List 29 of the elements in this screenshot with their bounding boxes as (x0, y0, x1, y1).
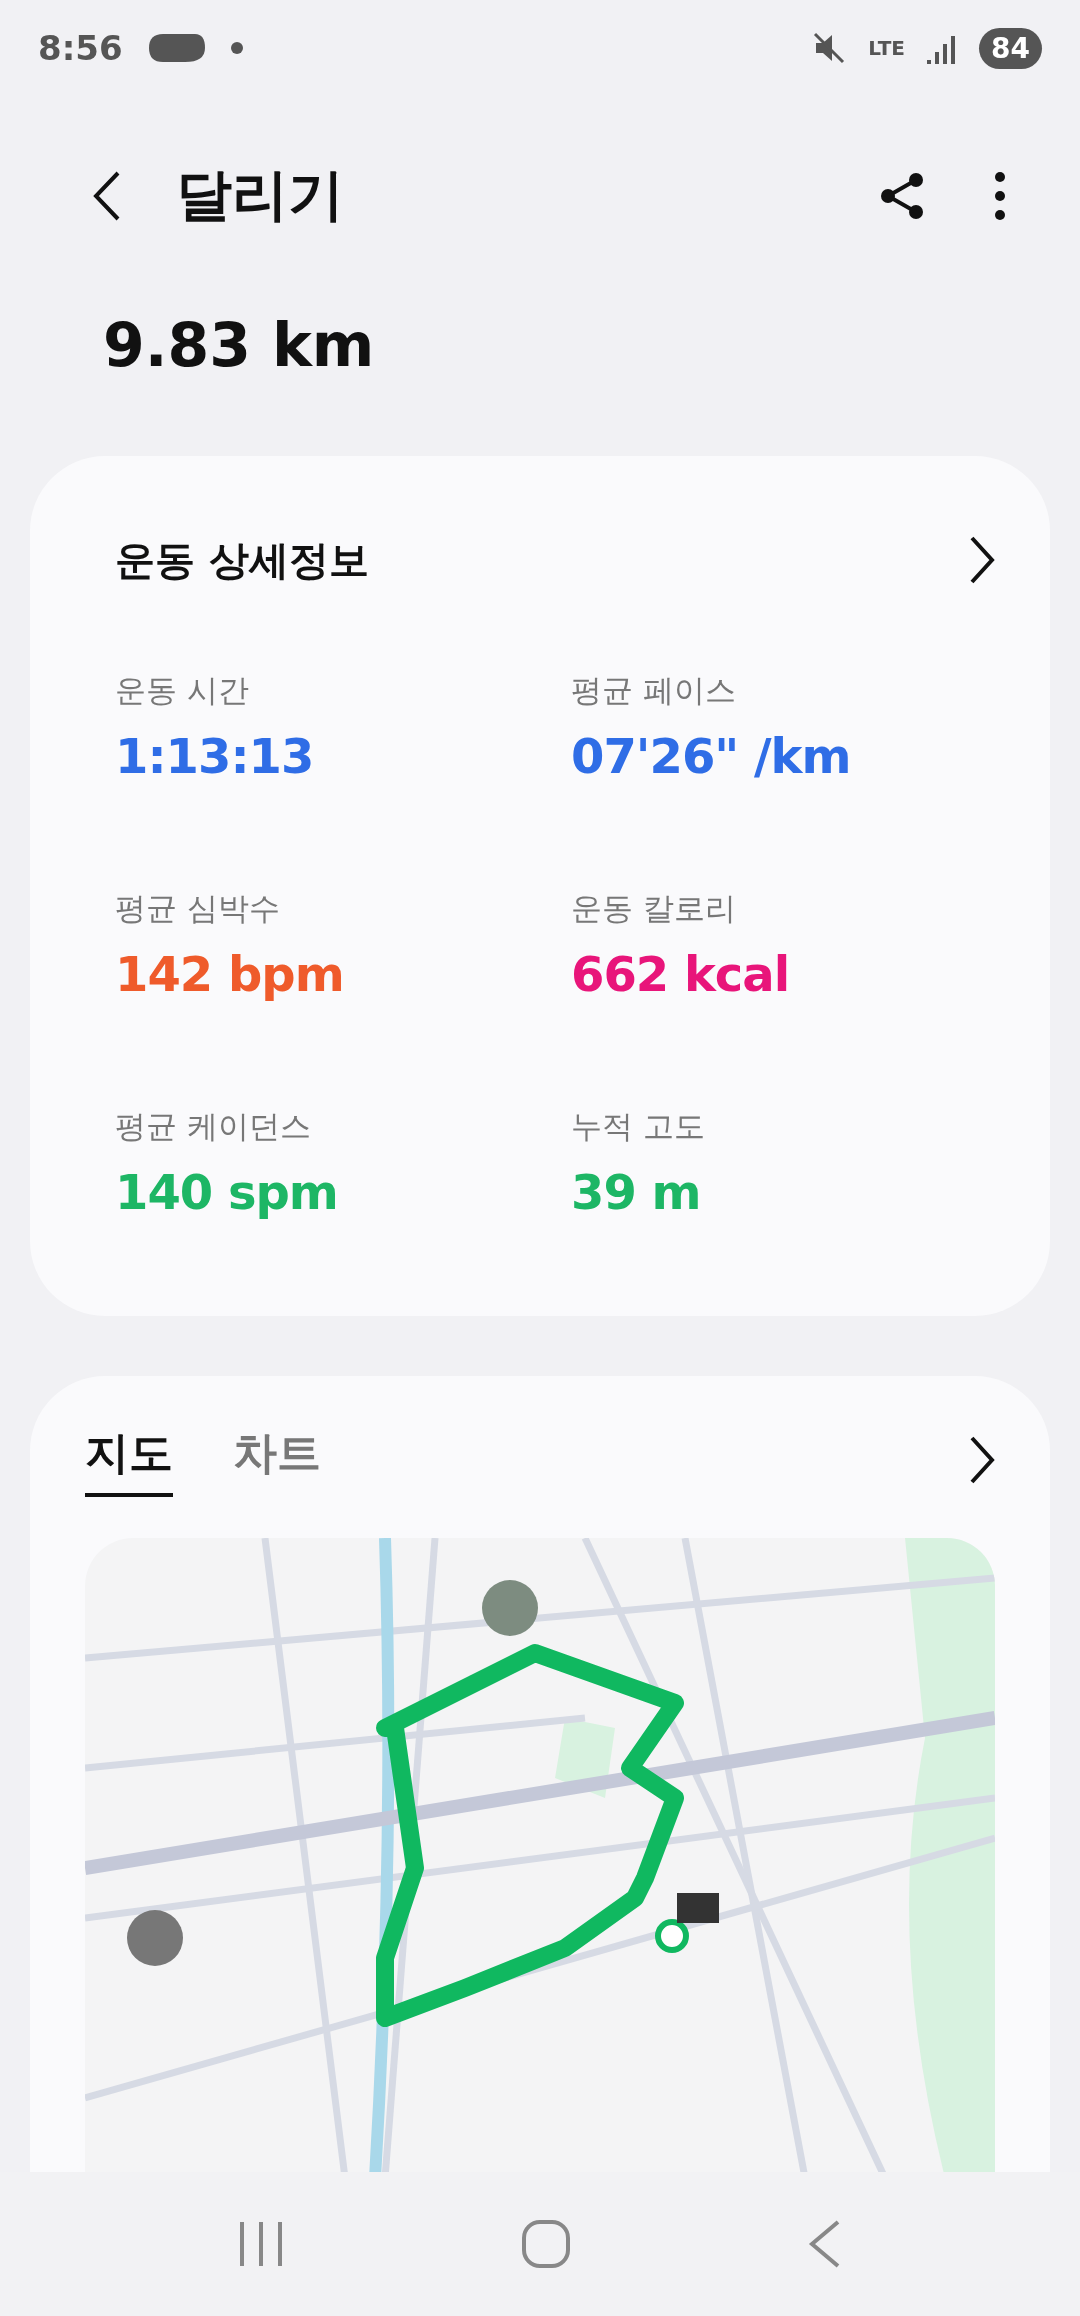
battery-level: 84 (979, 27, 1042, 69)
chevron-right-icon[interactable] (968, 1434, 996, 1486)
home-icon[interactable] (521, 2219, 571, 2269)
tab[interactable]: 지도 (85, 1423, 173, 1497)
recent-apps-icon[interactable] (238, 2220, 285, 2268)
stat-label: 누적 고도 (571, 1107, 706, 1146)
share-icon[interactable] (878, 171, 926, 221)
back-icon[interactable] (92, 169, 122, 223)
stat-label: 운동 칼로리 (571, 889, 737, 928)
stat-label: 평균 페이스 (571, 671, 737, 710)
stat-value: 1:13:13 (115, 728, 315, 784)
status-time: 8:56 (38, 28, 123, 68)
stat-value: 142 bpm (115, 946, 345, 1002)
stat-label: 평균 케이던스 (115, 1107, 312, 1146)
tab[interactable]: 차트 (233, 1423, 321, 1497)
stat-value: 39 m (571, 1164, 702, 1220)
mute-icon (812, 31, 847, 65)
distance-value: 9.83 km (102, 309, 376, 382)
stat-label: 평균 심박수 (115, 889, 281, 928)
page-title: 달리기 (176, 161, 345, 229)
stat-value: 140 spm (115, 1164, 339, 1220)
more-icon[interactable] (994, 171, 1006, 221)
chevron-right-icon[interactable] (968, 534, 996, 586)
card-title: 운동 상세정보 (114, 535, 369, 585)
stat-value: 662 kcal (571, 946, 791, 1002)
network-label: LTE (868, 38, 906, 58)
dot-icon (230, 42, 243, 54)
stat-value: 07'26" /km (571, 728, 852, 784)
stat-label: 운동 시간 (115, 671, 250, 710)
